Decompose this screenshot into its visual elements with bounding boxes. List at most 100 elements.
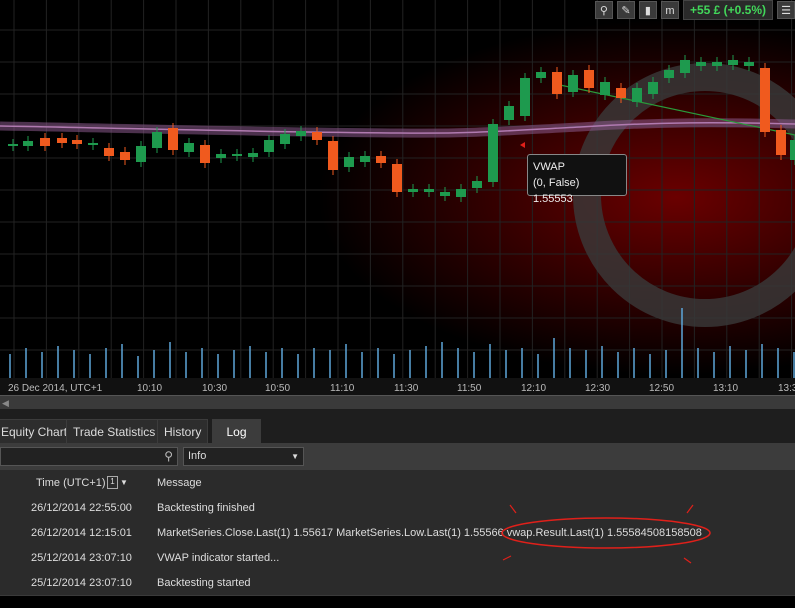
tab-log[interactable]: Log — [212, 419, 261, 443]
candle — [360, 156, 370, 162]
candle — [376, 156, 386, 163]
tab-history[interactable]: History — [157, 419, 209, 443]
candle — [664, 70, 674, 78]
candle — [152, 132, 162, 148]
candle — [600, 82, 610, 95]
pnl-badge: +55 £ (+0.5%) — [682, 0, 773, 20]
row-time: 26/12/2014 22:55:00 — [31, 502, 132, 514]
vwap-tooltip-value: (0, False) 1.55553 — [533, 177, 580, 205]
candle — [616, 88, 626, 98]
chart-background — [0, 0, 795, 395]
row-time: 25/12/2014 23:07:10 — [31, 552, 132, 564]
log-table-header: Time (UTC+1) 1 ▼ Message — [0, 470, 795, 496]
candle — [456, 189, 466, 197]
time-axis-label: 13:10 — [713, 383, 738, 394]
time-axis-label: 10:50 — [265, 383, 290, 394]
row-message: MarketSeries.Close.Last(1) 1.55617 Marke… — [157, 527, 702, 539]
candle — [168, 128, 178, 150]
candle — [88, 143, 98, 145]
price-chart[interactable]: 26 Dec 2014, UTC+1 10:10 10:30 10:50 11:10 11… — [0, 0, 795, 395]
time-axis-label: 10:30 — [202, 383, 227, 394]
candle — [200, 145, 210, 163]
table-row[interactable]: 26/12/2014 12:15:01 MarketSeries.Close.L… — [0, 520, 795, 546]
candle — [744, 62, 754, 66]
time-axis-label: 11:10 — [330, 383, 355, 394]
sort-arrow-icon[interactable]: ▼ — [120, 478, 128, 487]
candle — [536, 72, 546, 78]
candle — [728, 60, 738, 65]
chart-settings-icon[interactable]: ✎ — [616, 1, 635, 19]
zoom-icon[interactable]: ⚲ — [594, 1, 613, 19]
candle — [104, 148, 114, 156]
time-axis-label: 26 Dec 2014, UTC+1 — [8, 383, 103, 394]
candle — [472, 181, 482, 188]
candle — [504, 106, 514, 120]
time-axis-label: 10:10 — [137, 383, 162, 394]
vwap-tooltip: VWAP (0, False) 1.55553 — [527, 154, 627, 205]
candle — [712, 62, 722, 66]
candle — [280, 134, 290, 144]
candle — [760, 68, 770, 132]
chart-toolbar: ⚲ ✎ ▮ m +55 £ (+0.5%) ☰ — [594, 0, 795, 20]
candle — [264, 140, 274, 152]
table-row[interactable]: 26/12/2014 22:55:00 Backtesting finished — [0, 495, 795, 521]
candle — [344, 157, 354, 167]
search-icon[interactable]: ⚲ — [164, 449, 173, 463]
time-axis-label: 12:10 — [521, 383, 546, 394]
candle — [232, 154, 242, 156]
candle — [328, 141, 338, 170]
candle — [312, 132, 322, 140]
candle — [440, 192, 450, 196]
row-time: 26/12/2014 12:15:01 — [31, 527, 132, 539]
chevron-down-icon: ▼ — [291, 452, 299, 461]
candle — [584, 70, 594, 88]
candle — [23, 141, 33, 146]
row-message: VWAP indicator started... — [157, 552, 280, 564]
candle — [568, 75, 578, 92]
table-row[interactable]: 25/12/2014 23:07:10 Backtesting started — [0, 570, 795, 596]
column-time[interactable]: Time (UTC+1) — [36, 477, 106, 489]
candle — [696, 62, 706, 66]
candle — [408, 189, 418, 192]
log-level-select[interactable]: Info ▼ — [183, 447, 304, 466]
candle — [776, 130, 786, 155]
vwap-tooltip-title: VWAP — [533, 161, 565, 173]
candle — [184, 143, 194, 152]
timeframe-icon[interactable]: m — [660, 1, 679, 19]
time-axis-label: 13:3 — [778, 383, 795, 394]
candle — [136, 146, 146, 162]
tab-equity-chart[interactable]: Equity Chart — [0, 419, 75, 443]
log-filter-bar: ⚲ Info ▼ — [0, 443, 795, 470]
candle — [40, 138, 50, 146]
list-icon[interactable]: ☰ — [777, 1, 795, 19]
candle — [648, 82, 658, 94]
candle — [392, 164, 402, 192]
time-axis-label: 11:30 — [394, 383, 419, 394]
candle — [248, 153, 258, 157]
candle — [488, 124, 498, 182]
candle — [790, 140, 795, 160]
candle — [552, 72, 562, 94]
row-message: Backtesting started — [157, 577, 251, 589]
chart-scrollbar[interactable]: ◀ — [0, 395, 795, 410]
scroll-left-icon[interactable]: ◀ — [2, 398, 9, 409]
panel-tabs: Equity Chart Trade Statistics History Lo… — [0, 409, 795, 443]
table-row[interactable]: 25/12/2014 23:07:10 VWAP indicator start… — [0, 545, 795, 571]
column-message[interactable]: Message — [157, 477, 202, 489]
candle — [8, 144, 18, 146]
search-input[interactable]: ⚲ — [0, 447, 178, 466]
sort-badge[interactable]: 1 — [107, 476, 118, 489]
candle — [216, 154, 226, 158]
time-axis-label: 11:50 — [457, 383, 482, 394]
tab-trade-statistics[interactable]: Trade Statistics — [66, 419, 163, 443]
candle — [72, 140, 82, 144]
row-message: Backtesting finished — [157, 502, 255, 514]
candle — [680, 60, 690, 73]
chart-canvas[interactable]: 26 Dec 2014, UTC+1 10:10 10:30 10:50 11:10 11… — [0, 0, 795, 395]
candle — [632, 88, 642, 102]
candle-style-icon[interactable]: ▮ — [638, 1, 657, 19]
time-axis-label: 12:50 — [649, 383, 674, 394]
row-time: 25/12/2014 23:07:10 — [31, 577, 132, 589]
candle — [57, 138, 67, 143]
log-level-value: Info — [188, 450, 207, 462]
